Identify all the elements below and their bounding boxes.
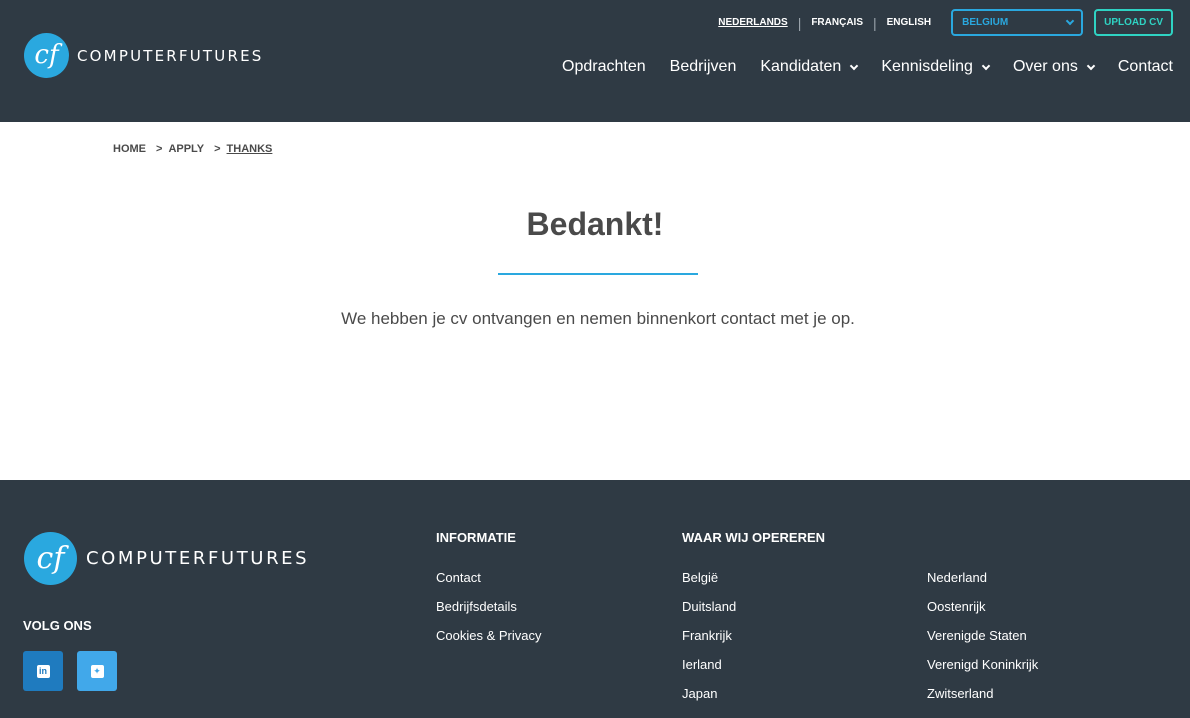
info-heading: INFORMATIE <box>436 530 516 545</box>
country-link[interactable]: Duitsland <box>682 599 736 628</box>
countries-column-1: België Duitsland Frankrijk Ierland Japan <box>682 570 736 715</box>
breadcrumb-home[interactable]: HOME <box>113 143 146 155</box>
page-title: Bedankt! <box>526 206 664 242</box>
chevron-down-icon <box>981 61 991 70</box>
nav-item-over-ons[interactable]: Over ons <box>1012 58 1096 76</box>
nav-item-bedrijven[interactable]: Bedrijven <box>670 58 737 76</box>
title-underline <box>498 273 698 275</box>
breadcrumb-apply[interactable]: APPLY <box>168 143 204 155</box>
country-link[interactable]: Verenigde Staten <box>927 628 1038 657</box>
info-links: Contact Bedrijfsdetails Cookies & Privac… <box>436 570 541 657</box>
breadcrumb-thanks[interactable]: THANKS <box>227 143 273 155</box>
operate-heading: WAAR WIJ OPEREREN <box>682 530 826 545</box>
chevron-down-icon <box>1065 16 1075 26</box>
linkedin-button[interactable]: in <box>23 651 63 691</box>
country-link[interactable]: Japan <box>682 686 736 715</box>
country-link[interactable]: Zwitserland <box>927 686 1038 715</box>
country-select-value: BELGIUM <box>962 17 1009 28</box>
breadcrumb: HOME > APPLY > THANKS <box>113 143 272 155</box>
nav-item-contact[interactable]: Contact <box>1118 58 1173 76</box>
lang-divider: | <box>873 14 877 31</box>
nav-item-opdrachten[interactable]: Opdrachten <box>562 58 646 76</box>
twitter-button[interactable]: ✦ <box>77 651 117 691</box>
cf-logo-icon: cf <box>24 532 77 585</box>
country-link[interactable]: Frankrijk <box>682 628 736 657</box>
country-link[interactable]: Verenigd Koninkrijk <box>927 657 1038 686</box>
nav-item-kandidaten[interactable]: Kandidaten <box>760 58 859 76</box>
country-select[interactable]: BELGIUM <box>951 9 1084 36</box>
footer-link-contact[interactable]: Contact <box>436 570 541 599</box>
chevron-down-icon <box>1086 61 1096 70</box>
country-link[interactable]: Nederland <box>927 570 1038 599</box>
site-footer: cf COMPUTERFUTURES VOLG ONS in ✦ INFORMA… <box>0 480 1190 718</box>
footer-link-bedrijfsdetails[interactable]: Bedrijfsdetails <box>436 599 541 628</box>
twitter-icon: ✦ <box>90 664 104 678</box>
nav-item-label: Opdrachten <box>562 58 646 75</box>
follow-heading: VOLG ONS <box>23 618 92 633</box>
footer-link-cookies-privacy[interactable]: Cookies & Privacy <box>436 628 541 657</box>
nav-item-label: Kandidaten <box>760 58 842 75</box>
linkedin-icon: in <box>36 664 50 678</box>
footer-logo-text: COMPUTERFUTURES <box>86 548 310 569</box>
site-header: cf COMPUTERFUTURES NEDERLANDS | FRANÇAIS… <box>0 0 1190 122</box>
logo-text: COMPUTERFUTURES <box>77 46 264 65</box>
cf-logo-icon: cf <box>24 33 69 78</box>
breadcrumb-separator: > <box>214 143 221 155</box>
nav-item-label: Kennisdeling <box>881 58 973 75</box>
country-link[interactable]: Oostenrijk <box>927 599 1038 628</box>
nav-item-label: Bedrijven <box>669 58 737 75</box>
confirmation-message: We hebben je cv ontvangen en nemen binne… <box>341 309 855 328</box>
nav-item-label: Over ons <box>1012 58 1078 75</box>
upload-cv-button[interactable]: UPLOAD CV <box>1094 9 1173 36</box>
lang-english[interactable]: ENGLISH <box>887 17 931 28</box>
main-nav: Opdrachten Bedrijven Kandidaten Kennisde… <box>538 58 1173 76</box>
countries-column-2: Nederland Oostenrijk Verenigde Staten Ve… <box>927 570 1038 715</box>
lang-divider: | <box>797 14 802 31</box>
country-link[interactable]: België <box>682 570 736 599</box>
footer-logo[interactable]: cf COMPUTERFUTURES <box>24 532 309 585</box>
header-logo[interactable]: cf COMPUTERFUTURES <box>24 33 263 78</box>
lang-nederlands[interactable]: NEDERLANDS <box>718 17 787 28</box>
nav-item-kennisdeling[interactable]: Kennisdeling <box>881 58 991 76</box>
chevron-down-icon <box>850 61 859 70</box>
nav-item-label: Contact <box>1117 58 1173 75</box>
utility-bar: NEDERLANDS | FRANÇAIS | ENGLISH BELGIUM … <box>718 9 1173 36</box>
lang-francais[interactable]: FRANÇAIS <box>811 17 863 28</box>
country-link[interactable]: Ierland <box>682 657 736 686</box>
breadcrumb-separator: > <box>156 143 163 155</box>
